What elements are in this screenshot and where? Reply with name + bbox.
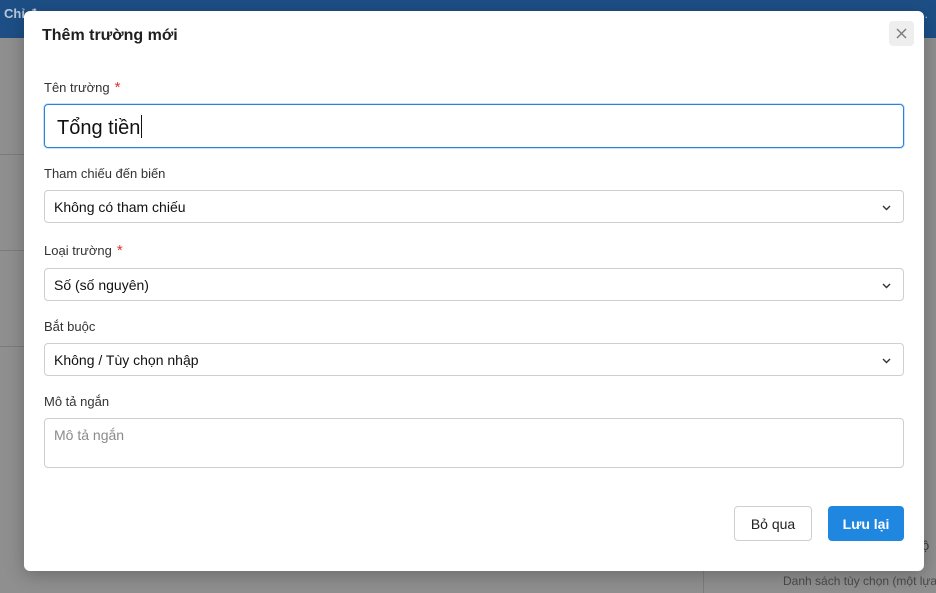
reference-select-value: Không có tham chiếu	[54, 199, 186, 215]
field-name-label-text: Tên trường	[44, 80, 110, 95]
field-type-label-text: Loại trường	[44, 243, 112, 258]
description-textarea[interactable]: Mô tả ngắn	[44, 418, 904, 468]
field-name-label: Tên trường *	[44, 79, 121, 96]
text-caret	[141, 115, 143, 138]
close-button[interactable]	[889, 21, 914, 46]
close-icon	[896, 28, 907, 39]
bg-divider	[0, 346, 24, 347]
required-mark: *	[114, 79, 121, 96]
cancel-button[interactable]: Bỏ qua	[734, 506, 812, 541]
field-type-label: Loại trường *	[44, 242, 123, 259]
required-label: Bắt buộc	[44, 319, 96, 334]
description-placeholder: Mô tả ngắn	[54, 427, 125, 443]
chevron-down-icon	[882, 283, 891, 289]
chevron-down-icon	[882, 205, 891, 211]
add-field-dialog: Thêm trường mới Tên trường * Tổng tiền Th…	[24, 11, 924, 571]
save-button[interactable]: Lưu lại	[828, 506, 904, 541]
reference-select[interactable]: Không có tham chiếu	[44, 190, 904, 223]
bg-options-label: Danh sách tùy chọn (một lựa	[783, 574, 936, 588]
required-mark: *	[116, 242, 123, 259]
field-type-select[interactable]: Số (số nguyên)	[44, 268, 904, 301]
required-select-value: Không / Tùy chọn nhập	[54, 352, 199, 368]
description-label: Mô tả ngắn	[44, 394, 110, 409]
field-name-input[interactable]: Tổng tiền	[44, 104, 904, 148]
field-name-value-text: Tổng tiền	[57, 117, 141, 139]
bg-divider	[0, 154, 24, 155]
chevron-down-icon	[882, 358, 891, 364]
bg-divider	[0, 250, 24, 251]
reference-label: Tham chiếu đến biến	[44, 166, 166, 181]
required-select[interactable]: Không / Tùy chọn nhập	[44, 343, 904, 376]
dialog-title: Thêm trường mới	[42, 27, 178, 44]
field-type-select-value: Số (số nguyên)	[54, 277, 149, 293]
field-name-value: Tổng tiền	[57, 115, 143, 140]
